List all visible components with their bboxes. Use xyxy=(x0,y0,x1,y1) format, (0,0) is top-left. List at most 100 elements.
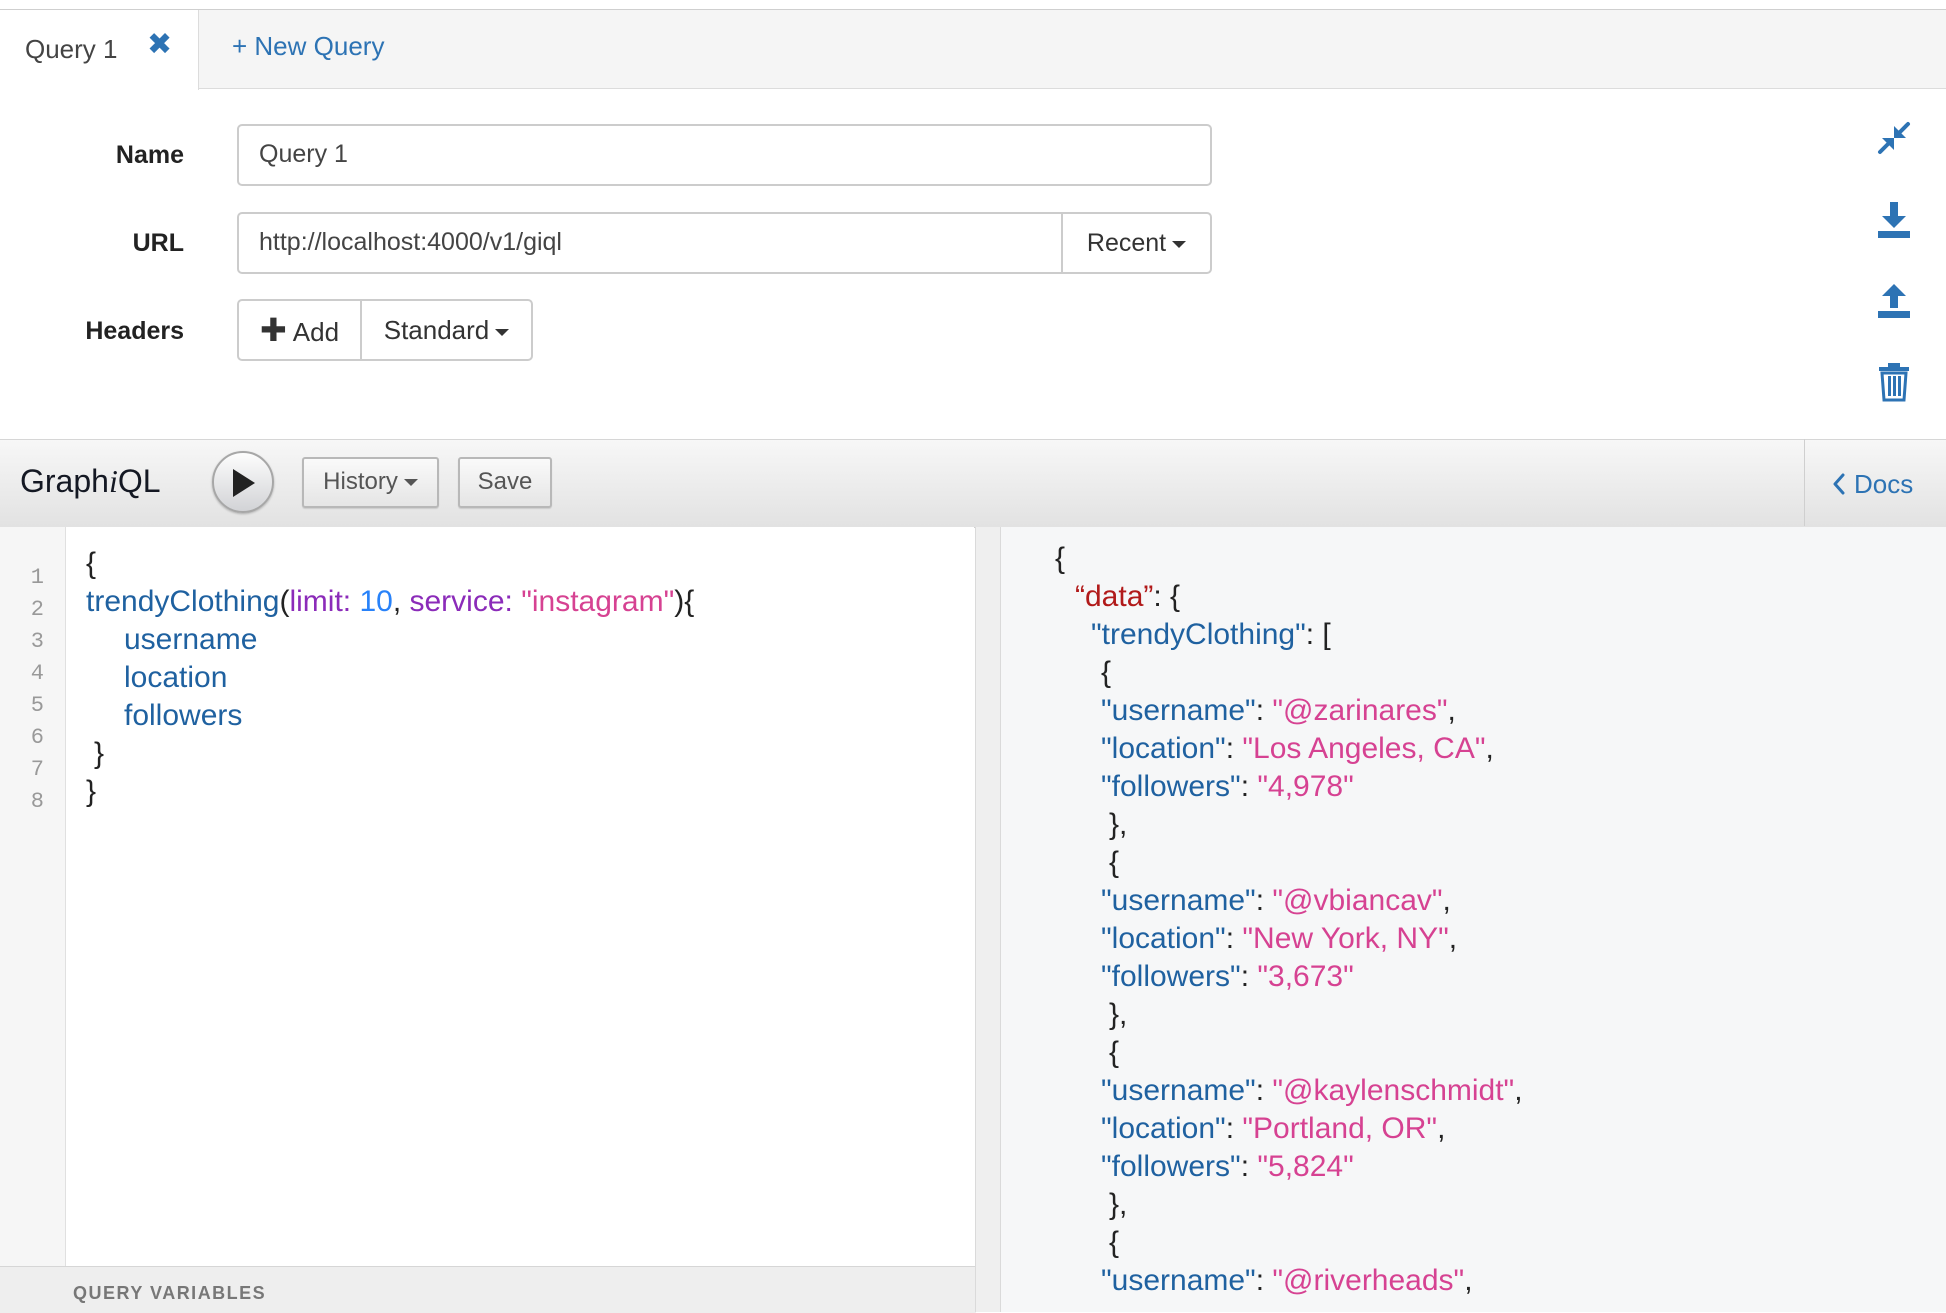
result-open-brace: { xyxy=(1055,542,1066,575)
location-key: "location" xyxy=(1101,922,1226,955)
standard-headers-dropdown[interactable]: Standard xyxy=(360,299,533,361)
recent-label: Recent xyxy=(1086,229,1167,257)
username-value: "@riverheads" xyxy=(1272,1264,1465,1297)
line-number: 6 xyxy=(30,725,44,750)
followers-key: "followers" xyxy=(1101,960,1241,993)
play-icon xyxy=(233,469,255,497)
code-line-8: } xyxy=(86,775,97,808)
line-number: 5 xyxy=(30,693,44,718)
new-query-button[interactable]: + New Query xyxy=(232,31,384,62)
execute-query-button[interactable] xyxy=(212,451,274,513)
punct: ){ xyxy=(674,585,695,618)
arg-value: "instagram" xyxy=(521,585,675,618)
result-row: "location": "Portland, OR", xyxy=(1101,1112,1446,1145)
followers-key: "followers" xyxy=(1101,770,1241,803)
graphiql-title: GraphiQL xyxy=(20,463,161,500)
docs-button[interactable]: Docs xyxy=(1832,469,1913,500)
docs-divider xyxy=(1804,439,1805,526)
arg-name: service: xyxy=(409,585,513,618)
code-line-3: username xyxy=(124,623,258,656)
result-row: "followers": "3,673" xyxy=(1101,960,1354,993)
result-row: "followers": "4,978" xyxy=(1101,770,1354,803)
username-key: "username" xyxy=(1101,1264,1256,1297)
username-value: "@kaylenschmidt" xyxy=(1272,1074,1515,1107)
standard-label: Standard xyxy=(383,315,490,345)
result-pane: { “data”: { "trendyClothing": [ { "usern… xyxy=(1001,527,1946,1312)
username-key: "username" xyxy=(1101,884,1256,917)
title-prefix: Graph xyxy=(20,463,109,499)
code-line-2: trendyClothing(limit: 10, service: "inst… xyxy=(86,585,694,619)
code-line-1: { xyxy=(86,547,97,580)
username-key: "username" xyxy=(1101,1074,1256,1107)
username-value: "@vbiancav" xyxy=(1272,884,1443,917)
arg-value: 10 xyxy=(359,585,393,618)
username-key: "username" xyxy=(1101,694,1256,727)
line-number: 7 xyxy=(30,757,44,782)
close-icon[interactable]: ✖ xyxy=(147,28,175,62)
object-close: }, xyxy=(1109,998,1128,1031)
save-button[interactable]: Save xyxy=(458,457,552,508)
object-open: { xyxy=(1109,1226,1120,1259)
title-italic: i xyxy=(108,463,118,499)
line-number: 8 xyxy=(30,789,44,814)
arg-name: limit: xyxy=(289,585,352,618)
add-header-button[interactable]: ✚ Add xyxy=(237,299,362,361)
username-value: "@zarinares" xyxy=(1272,694,1448,727)
name-input[interactable]: Query 1 xyxy=(237,124,1212,186)
add-label: Add xyxy=(292,317,340,347)
followers-value: "3,673" xyxy=(1257,960,1354,993)
punct: ( xyxy=(279,585,290,618)
result-row: "location": "New York, NY", xyxy=(1101,922,1458,955)
object-open: { xyxy=(1109,1036,1120,1069)
code-line-4: location xyxy=(124,661,228,694)
result-row: "username": "@riverheads", xyxy=(1101,1264,1473,1297)
chevron-left-icon xyxy=(1833,473,1845,495)
object-close: }, xyxy=(1109,808,1128,841)
title-suffix: QL xyxy=(117,463,161,499)
caret-down-icon xyxy=(495,328,510,336)
headers-label: Headers xyxy=(85,317,184,345)
name-label: Name xyxy=(115,141,184,169)
result-data-line: “data”: { xyxy=(1075,580,1180,614)
location-value: "Portland, OR" xyxy=(1242,1112,1438,1145)
result-row: "followers": "5,824" xyxy=(1101,1150,1354,1183)
followers-value: "5,824" xyxy=(1257,1150,1354,1183)
punct: : [ xyxy=(1305,618,1331,651)
url-input[interactable]: http://localhost:4000/v1/giql xyxy=(237,212,1063,274)
followers-value: "4,978" xyxy=(1257,770,1354,803)
result-row: "location": "Los Angeles, CA", xyxy=(1101,732,1494,765)
recent-dropdown-button[interactable]: Recent xyxy=(1061,212,1212,274)
line-number-gutter: 1 2 3 4 5 6 7 8 xyxy=(0,527,66,1267)
trash-icon[interactable] xyxy=(1876,362,1916,402)
line-number: 4 xyxy=(30,661,44,686)
list-key: "trendyClothing" xyxy=(1091,618,1306,651)
history-label: History xyxy=(323,468,398,495)
line-number: 2 xyxy=(30,597,44,622)
graphiql-toolbar xyxy=(0,439,1946,528)
punct: , xyxy=(392,585,410,618)
url-label: URL xyxy=(132,229,184,257)
query-variables-label[interactable]: QUERY VARIABLES xyxy=(73,1283,266,1304)
location-key: "location" xyxy=(1101,1112,1226,1145)
compress-icon[interactable] xyxy=(1874,118,1914,158)
object-open: { xyxy=(1101,656,1112,689)
editor-result-splitter[interactable] xyxy=(975,527,1001,1312)
line-number: 3 xyxy=(30,629,44,654)
followers-key: "followers" xyxy=(1101,1150,1241,1183)
punct: : { xyxy=(1153,580,1181,613)
history-dropdown-button[interactable]: History xyxy=(302,457,439,508)
location-value: "Los Angeles, CA" xyxy=(1242,732,1486,765)
object-open: { xyxy=(1109,846,1120,879)
query-field-name: trendyClothing xyxy=(86,585,280,618)
query-editor[interactable]: { trendyClothing(limit: 10, service: "in… xyxy=(66,527,974,1267)
code-line-5: followers xyxy=(124,699,243,732)
location-value: "New York, NY" xyxy=(1242,922,1449,955)
caret-down-icon xyxy=(403,479,418,487)
upload-icon[interactable] xyxy=(1874,280,1914,320)
result-list-line: "trendyClothing": [ xyxy=(1091,618,1331,652)
result-row: "username": "@vbiancav", xyxy=(1101,884,1451,917)
line-number: 1 xyxy=(30,565,44,590)
download-icon[interactable] xyxy=(1874,200,1914,240)
tab-label[interactable]: Query 1 xyxy=(25,34,118,65)
caret-down-icon xyxy=(1172,240,1187,248)
